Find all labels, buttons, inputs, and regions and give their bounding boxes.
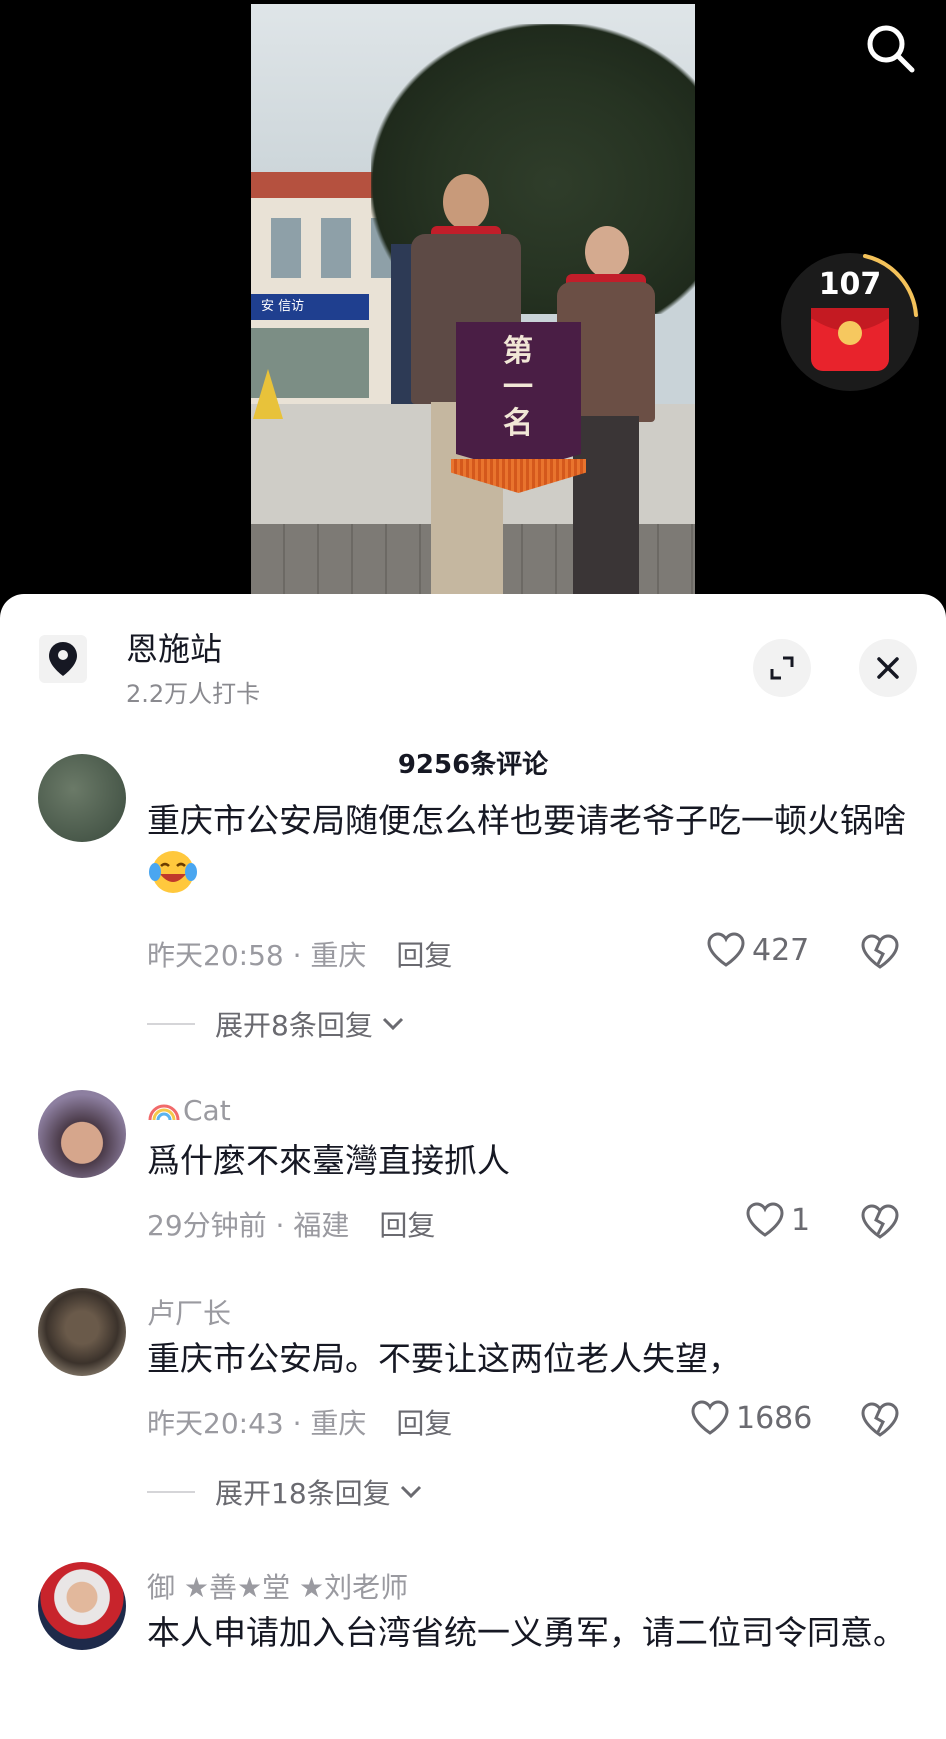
chevron-down-icon (382, 1017, 403, 1031)
video-head (443, 174, 489, 230)
expand-replies[interactable]: 展开8条回复 (147, 1004, 405, 1044)
video-window (321, 218, 351, 278)
comment-panel: 恩施站 2.2万人打卡 9256条评论 重庆市公安局随便怎么样也要请老爷子吃一顿… (0, 594, 946, 1739)
video-building-sign: 安 信访 (251, 294, 369, 320)
comment-time: 昨天20:58 (147, 939, 284, 972)
avatar[interactable] (38, 1090, 126, 1178)
close-icon (877, 657, 899, 679)
expand-divider (147, 1023, 195, 1025)
heart-outline-icon (707, 932, 745, 967)
expand-divider (147, 1491, 195, 1493)
chevron-down-icon (400, 1485, 421, 1499)
comment-text: 重庆市公安局随便怎么样也要请老爷子吃一顿火锅啥 (147, 794, 907, 902)
like-button[interactable]: 1686 (690, 1400, 812, 1436)
like-button[interactable]: 1 (745, 1202, 810, 1238)
video-pants (573, 416, 639, 596)
heart-outline-icon (691, 1400, 729, 1435)
location-name[interactable]: 恩施站 (126, 624, 222, 670)
comment-region: 重庆 (310, 939, 367, 972)
location-pin-icon (49, 642, 77, 676)
comment-username[interactable]: 御 ★善★堂 ★刘老师 (147, 1566, 408, 1606)
broken-heart-icon (861, 1402, 899, 1437)
expand-icon (770, 656, 794, 680)
comment-count: 9256条评论 (397, 750, 549, 780)
avatar[interactable] (38, 1562, 126, 1650)
reply-button[interactable]: 回复 (396, 939, 452, 972)
search-icon (867, 25, 915, 73)
close-button[interactable] (859, 639, 917, 697)
avatar[interactable] (38, 754, 126, 842)
comment-username-text: Cat (183, 1094, 231, 1127)
expand-button[interactable] (753, 639, 811, 697)
comment-meta: 29分钟前 · 福建 回复 (147, 1209, 436, 1242)
comment-time: 29分钟前 (147, 1209, 267, 1242)
video-head (585, 226, 629, 278)
heart-outline-icon (746, 1202, 784, 1237)
video-frame[interactable]: 安 信访 第一名 (251, 4, 695, 596)
comment-region: 福建 (293, 1209, 350, 1242)
comment-username[interactable]: Cat (147, 1094, 231, 1127)
rainbow-icon (148, 1104, 180, 1121)
red-packet-count: 107 (818, 267, 882, 302)
red-envelope-icon (811, 308, 889, 371)
laugh-cry-emoji-icon (149, 851, 197, 893)
search-button[interactable] (860, 18, 920, 78)
comment-meta: 昨天20:58 · 重庆 回复 (147, 939, 453, 972)
video-player[interactable]: 安 信访 第一名 107 (0, 0, 946, 600)
avatar[interactable] (38, 1288, 126, 1376)
expand-replies-label: 展开8条回复 (215, 1009, 373, 1042)
video-window (271, 218, 301, 278)
comment-time: 昨天20:43 (147, 1407, 284, 1440)
comment-text-content: 重庆市公安局随便怎么样也要请老爷子吃一顿火锅啥 (147, 801, 906, 840)
comment-text: 重庆市公安局。不要让这两位老人失望， (147, 1339, 741, 1378)
dislike-button[interactable] (860, 1402, 900, 1442)
comment-username[interactable]: 卢厂长 (147, 1292, 231, 1332)
red-packet-widget[interactable]: 107 (781, 253, 919, 391)
dislike-button[interactable] (860, 1204, 900, 1244)
video-banner-text: 第一名 (503, 334, 533, 441)
location-checkins: 2.2万人打卡 (126, 680, 261, 708)
broken-heart-icon (861, 934, 899, 969)
broken-heart-icon (861, 1204, 899, 1239)
location-icon-box[interactable] (39, 635, 87, 683)
like-count: 1686 (736, 1400, 813, 1436)
expand-replies[interactable]: 展开18条回复 (147, 1472, 423, 1512)
dislike-button[interactable] (860, 934, 900, 974)
like-count: 1 (791, 1202, 811, 1238)
like-count: 427 (752, 932, 810, 968)
like-button[interactable]: 427 (706, 932, 809, 968)
comment-text: 本人申请加入台湾省统一义勇军，请二位司令同意。 (147, 1613, 906, 1652)
comment-meta: 昨天20:43 · 重庆 回复 (147, 1407, 453, 1440)
expand-replies-label: 展开18条回复 (215, 1477, 391, 1510)
comment-region: 重庆 (310, 1407, 367, 1440)
comment-text: 爲什麼不來臺灣直接抓人 (147, 1141, 510, 1180)
reply-button[interactable]: 回复 (396, 1407, 452, 1440)
reply-button[interactable]: 回复 (379, 1209, 435, 1242)
